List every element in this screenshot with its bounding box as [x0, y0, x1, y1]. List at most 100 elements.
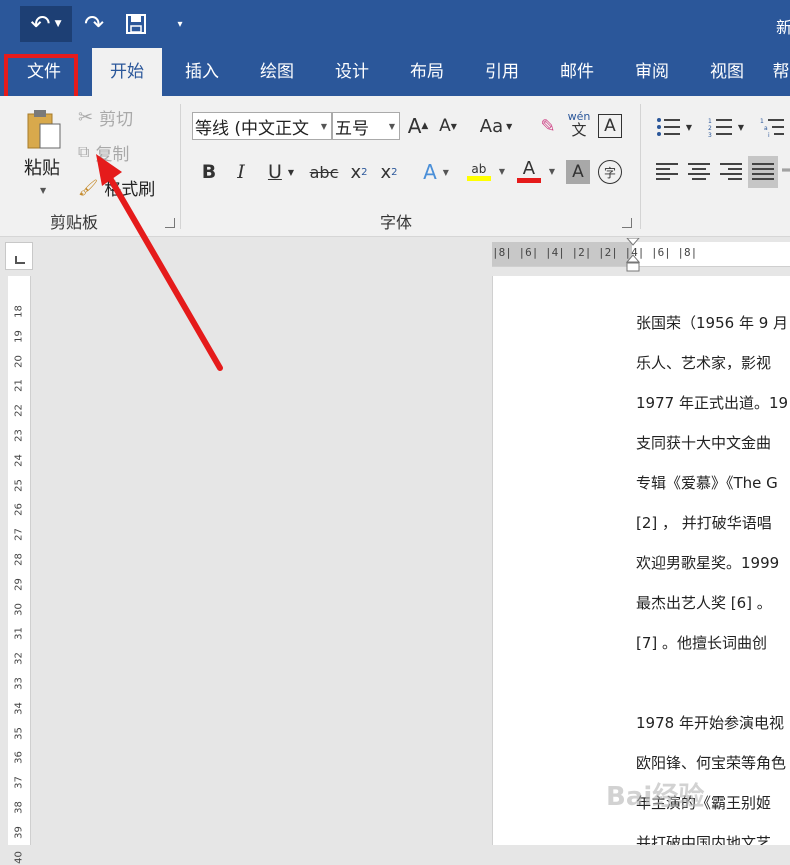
font-launcher-icon[interactable]	[622, 218, 632, 228]
document-text-line: 1977 年正式出道。19	[636, 394, 789, 412]
tab-references[interactable]: 引用	[472, 48, 532, 96]
tab-draw[interactable]: 绘图	[247, 48, 307, 96]
vertical-ruler-number: 27	[13, 528, 25, 542]
font-size-value: 五号	[335, 118, 369, 139]
tab-mailings[interactable]: 邮件	[547, 48, 607, 96]
undo-icon: ↶	[30, 10, 51, 38]
superscript-button[interactable]: x2	[376, 158, 402, 186]
bold-button[interactable]: B	[196, 158, 222, 186]
grow-font-icon: A	[407, 114, 422, 138]
multilevel-list-icon: 1ai	[760, 118, 784, 137]
tab-help[interactable]: 帮	[772, 48, 790, 96]
align-right-button[interactable]	[718, 158, 744, 186]
enclose-characters-icon: 字	[603, 165, 616, 180]
tab-view[interactable]: 视图	[697, 48, 757, 96]
tab-file[interactable]: 文件	[14, 48, 74, 96]
document-text-line: 专辑《爱慕》《The G	[636, 474, 778, 492]
shrink-font-button[interactable]: A ▼	[436, 112, 460, 140]
redo-button[interactable]: ↷	[80, 6, 108, 42]
chevron-down-icon: ▼	[320, 121, 327, 131]
group-separator	[640, 104, 641, 229]
tab-selector[interactable]	[5, 242, 33, 270]
save-icon	[126, 14, 146, 34]
vertical-ruler[interactable]: 18 19 20 21 22 23 24 25 26 27 28 29 30 31 32 33 34 35 36 37…	[8, 276, 31, 863]
shrink-font-icon: A	[439, 116, 451, 136]
strikethrough-button[interactable]: abc	[308, 158, 340, 186]
paintbrush-icon: 🖌	[78, 177, 99, 197]
chevron-down-icon: ▼	[388, 121, 395, 131]
character-shading-button[interactable]: A	[566, 160, 590, 184]
svg-text:1: 1	[760, 118, 764, 125]
vertical-ruler-number: 38	[13, 801, 25, 814]
cut-button[interactable]: ✂ 剪切	[78, 104, 133, 130]
svg-text:a: a	[764, 125, 768, 132]
tab-design[interactable]: 设计	[322, 48, 382, 96]
numbering-button[interactable]: 123 ▼	[704, 114, 748, 140]
ribbon-tabs: 文件 开始 插入 绘图 设计 布局 引用 邮件 审阅 视图 帮	[0, 48, 790, 96]
phonetic-bottom: 文	[571, 121, 587, 139]
highlight-button[interactable]: ab ▼	[464, 156, 508, 186]
copy-button[interactable]: ⧉ 复制	[78, 139, 129, 165]
character-border-icon: A	[604, 116, 616, 136]
clear-formatting-button[interactable]: ✎	[536, 112, 560, 140]
chevron-down-icon[interactable]: ▼	[55, 19, 62, 29]
document-text-line: 乐人、艺术家，影视	[636, 354, 772, 372]
character-border-button[interactable]: A	[598, 114, 622, 138]
multilevel-list-button[interactable]: 1ai	[756, 114, 790, 140]
indent-marker[interactable]	[626, 238, 640, 272]
font-size-select[interactable]: 五号 ▼	[332, 112, 400, 140]
vertical-ruler-number: 20	[13, 354, 25, 368]
strikethrough-icon: abc	[309, 162, 339, 182]
svg-text:1: 1	[708, 118, 712, 125]
document-text-line: 最杰出艺人奖 [6] 。	[636, 594, 772, 612]
change-case-button[interactable]: Aa ▼	[474, 112, 518, 140]
vertical-ruler-number: 33	[13, 677, 25, 690]
vertical-ruler-number: 32	[13, 652, 25, 666]
phonetic-guide-button[interactable]: wén 文	[566, 108, 592, 142]
enclose-characters-button[interactable]: 字	[598, 160, 622, 184]
justify-button[interactable]	[748, 156, 778, 188]
align-right-icon	[720, 163, 742, 180]
watermark: Bai经验	[606, 782, 705, 812]
italic-icon: I	[237, 161, 245, 183]
cut-label: 剪切	[99, 109, 134, 130]
bold-icon: B	[201, 161, 217, 183]
paste-button[interactable]: 粘贴 ▼	[20, 108, 70, 198]
vertical-ruler-number: 28	[13, 553, 25, 566]
distribute-button[interactable]	[782, 158, 790, 186]
document-text-line: 并打破中国内地文艺	[636, 834, 772, 845]
vertical-ruler-number: 19	[13, 329, 25, 343]
vertical-ruler-number: 36	[13, 751, 25, 765]
underline-button[interactable]: U ▼	[258, 158, 304, 186]
italic-button[interactable]: I	[228, 158, 254, 186]
font-color-button[interactable]: A ▼	[514, 156, 558, 186]
subscript-button[interactable]: x2	[346, 158, 372, 186]
horizontal-ruler[interactable]: |8| |6| |4| |2| |2| |4| |6| |8|	[492, 242, 790, 267]
undo-button[interactable]: ↶ ▼	[20, 6, 72, 42]
save-button[interactable]	[122, 6, 150, 42]
font-name-select[interactable]: 等线 (中文正文 ▼	[192, 112, 332, 140]
document-text-line: 1978 年开始参演电视	[636, 714, 784, 732]
text-effects-button[interactable]: A ▼	[416, 158, 456, 186]
tab-review[interactable]: 审阅	[622, 48, 682, 96]
document-page[interactable]: 张国荣（1956 年 9 月乐人、艺术家，影视 1977 年正式出道。19 支同获十…	[492, 276, 790, 845]
grow-font-button[interactable]: A ▲	[406, 112, 430, 140]
tab-layout[interactable]: 布局	[397, 48, 457, 96]
highlight-color-swatch	[466, 175, 491, 181]
customize-quick-access-button[interactable]: ▾	[170, 6, 190, 42]
format-painter-label: 格式刷	[104, 179, 156, 200]
tab-insert[interactable]: 插入	[172, 48, 232, 96]
clipboard-launcher-icon[interactable]	[165, 218, 175, 228]
format-painter-button[interactable]: 🖌 格式刷	[78, 174, 155, 200]
chevron-down-icon[interactable]: ▼	[40, 186, 46, 195]
vertical-ruler-number: 24	[13, 453, 25, 467]
align-center-button[interactable]	[686, 158, 712, 186]
svg-text:3: 3	[708, 132, 712, 137]
align-left-button[interactable]	[654, 158, 680, 186]
paste-label: 粘贴	[24, 158, 60, 179]
document-text-line: 欢迎男歌星奖。1999	[636, 554, 780, 572]
font-name-value: 等线 (中文正文	[195, 118, 310, 139]
character-shading-icon: A	[572, 162, 584, 182]
tab-home[interactable]: 开始	[92, 48, 162, 96]
bullets-button[interactable]: ▼	[652, 114, 696, 140]
